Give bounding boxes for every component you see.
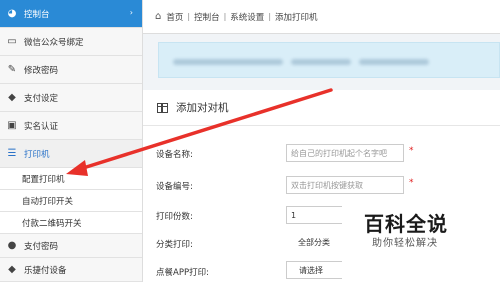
required-mark: * [409,146,414,156]
breadcrumb-separator: | [223,12,227,21]
chevron-right-icon: › [129,8,133,17]
breadcrumb: ⌂ 首页 | 控制台 | 系统设置 | 添加打印机 [143,0,500,34]
category-print-label: 分类打印: [156,240,193,250]
sidebar-subitem-auto-print[interactable]: 自动打印开关 [0,190,142,212]
sidebar-item-label: 微信公众号绑定 [24,37,84,48]
chevron-down-icon: ⌄ [126,148,133,157]
device-name-label: 设备名称: [156,150,193,160]
sidebar-item-verification[interactable]: ▣ 实名认证 [0,112,142,140]
info-banner [158,42,500,78]
monitor-icon: ▭ [7,36,17,47]
sidebar-item-label: 配置打印机 [22,174,65,185]
breadcrumb-separator: | [187,12,191,21]
sidebar-item-change-password[interactable]: ✎ 修改密码 [0,56,142,84]
user-icon: ● [7,240,17,251]
sidebar-subitem-qrcode-switch[interactable]: 付款二维码开关 [0,212,142,234]
app-print-label: 点餐APP打印: [156,268,209,278]
sidebar-item-label: 控制台 [24,9,50,20]
sidebar-item-label: 乐捷付设备 [24,265,67,276]
breadcrumb-home[interactable]: 首页 [166,11,183,23]
device-name-input[interactable]: 给自己的打印机起个名字吧 [286,144,404,162]
sidebar-item-payment-settings[interactable]: ◆ 支付设定 [0,84,142,112]
breadcrumb-separator: | [268,12,272,21]
category-print-select[interactable]: 全部分类 [286,233,348,251]
id-card-icon: ▣ [7,120,17,131]
breadcrumb-dashboard[interactable]: 控制台 [194,11,220,23]
watermark-subtitle: 助你轻松解决 [372,238,438,249]
sidebar-item-label: 修改密码 [24,65,59,76]
sidebar-item-label: 支付密码 [24,241,59,252]
sidebar-item-label: 自动打印开关 [22,196,74,207]
panel-header: 添加对对机 [143,90,500,126]
sidebar-item-label: 付款二维码开关 [22,218,82,229]
breadcrumb-system-settings[interactable]: 系统设置 [230,11,264,23]
required-mark: * [409,178,414,188]
sidebar: ◕ 控制台 › ▭ 微信公众号绑定 ✎ 修改密码 ◆ 支付设定 ▣ 实名认证 ☰… [0,0,143,282]
panel-title: 添加对对机 [176,102,229,114]
sidebar-item-printer[interactable]: ☰ 打印机 ⌄ [0,140,142,168]
device-number-input[interactable]: 双击打印机按键获取 [286,176,404,194]
watermark: 百科全说 助你轻松解决 [342,198,500,282]
redacted-text [173,59,283,65]
watermark-title: 百科全说 [364,212,448,236]
sidebar-item-pay-password[interactable]: ● 支付密码 [0,234,142,258]
sidebar-item-label: 支付设定 [24,93,59,104]
redacted-text [359,59,429,65]
sidebar-item-dashboard[interactable]: ◕ 控制台 › [0,0,142,28]
edit-icon: ✎ [7,64,17,75]
tag-icon: ◆ [8,92,16,103]
breadcrumb-add-printer: 添加打印机 [275,12,318,23]
redacted-text [291,59,351,65]
device-number-label: 设备编号: [156,182,193,192]
home-icon: ⌂ [155,11,162,22]
app-print-select-value: 请选择 [299,265,323,275]
copies-label: 打印份数: [156,212,193,222]
list-icon: ☰ [7,148,17,159]
tag-icon: ◆ [8,264,16,275]
sidebar-item-label: 实名认证 [24,121,59,132]
sidebar-item-lejiefu-device[interactable]: ◆ 乐捷付设备 [0,258,142,282]
table-icon [157,102,168,113]
sidebar-item-wechat-binding[interactable]: ▭ 微信公众号绑定 [0,28,142,56]
dashboard-icon: ◕ [7,8,17,19]
sidebar-subitem-configure-printer[interactable]: 配置打印机 [0,168,142,190]
sidebar-item-label: 打印机 [24,149,50,160]
